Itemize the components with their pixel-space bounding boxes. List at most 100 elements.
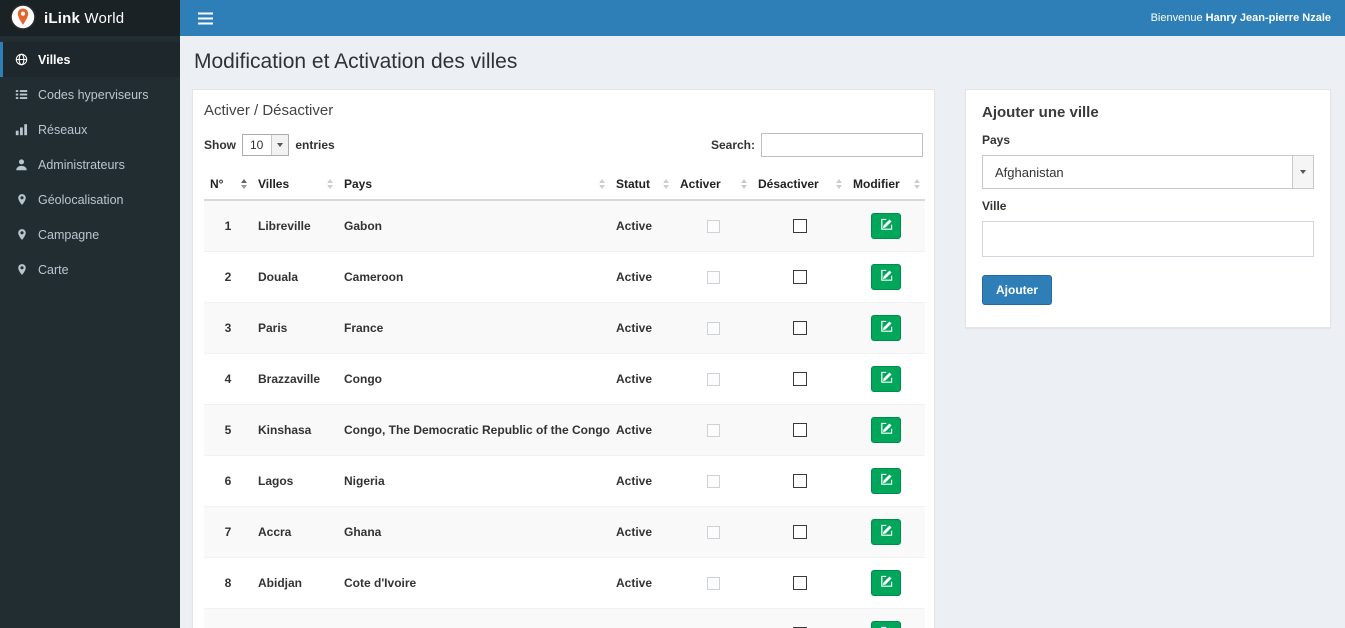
activer-checkbox[interactable] xyxy=(706,322,720,336)
top-navbar: iLink World Bienvenue Hanry Jean-pierre … xyxy=(0,0,1345,36)
row-statut: Active xyxy=(610,608,674,628)
brand[interactable]: iLink World xyxy=(0,0,180,36)
activer-checkbox[interactable] xyxy=(706,475,720,489)
desactiver-checkbox[interactable] xyxy=(792,270,807,285)
row-ville: Abidjan xyxy=(252,557,338,609)
app-root: iLink World Bienvenue Hanry Jean-pierre … xyxy=(0,0,1345,628)
row-statut: Active xyxy=(610,557,674,609)
row-num: 4 xyxy=(204,353,252,405)
villes-panel-title: Activer / Désactiver xyxy=(204,102,334,119)
search-label: Search: xyxy=(710,138,755,152)
activer-checkbox[interactable] xyxy=(706,424,720,438)
row-num: 8 xyxy=(204,557,252,609)
sidebar-item-label: Codes hyperviseurs xyxy=(38,87,149,102)
ville-row: 7 Accra Ghana Active xyxy=(204,506,925,558)
modifier-button[interactable] xyxy=(871,366,901,392)
column-header-pays[interactable]: Pays xyxy=(338,169,610,201)
column-header-villes[interactable]: Villes xyxy=(252,169,338,201)
row-pays: Ghana xyxy=(338,506,610,558)
search-input[interactable] xyxy=(761,133,923,157)
ville-row: 4 Brazzaville Congo Active xyxy=(204,353,925,405)
page-length-select[interactable]: 10 xyxy=(242,134,290,156)
modifier-button[interactable] xyxy=(871,213,901,239)
sidebar-toggle-button[interactable] xyxy=(194,8,217,29)
row-pays: Congo, The Democratic Republic of the Co… xyxy=(338,404,610,456)
row-pays: France xyxy=(338,302,610,354)
activer-checkbox[interactable] xyxy=(706,526,720,540)
desactiver-checkbox[interactable] xyxy=(792,423,807,438)
sidebar-item-carte[interactable]: Carte xyxy=(0,252,180,287)
row-ville: Douala xyxy=(252,251,338,303)
column-header-n[interactable]: N° xyxy=(204,169,252,201)
column-header-modifier[interactable]: Modifier xyxy=(847,169,925,201)
desactiver-checkbox[interactable] xyxy=(792,525,807,540)
activer-checkbox[interactable] xyxy=(706,373,720,387)
row-pays: Cameroon xyxy=(338,251,610,303)
ville-input[interactable] xyxy=(982,221,1314,257)
sidebar-item-label: Administrateurs xyxy=(38,157,125,172)
row-statut: Active xyxy=(610,353,674,405)
ville-row: 1 Libreville Gabon Active xyxy=(204,199,925,252)
activer-checkbox[interactable] xyxy=(706,577,720,591)
row-statut: Active xyxy=(610,251,674,303)
row-ville: Brazzaville xyxy=(252,353,338,405)
search-control: Search: xyxy=(711,133,923,157)
row-statut: Active xyxy=(610,404,674,456)
row-statut: Active xyxy=(610,199,674,252)
edit-icon xyxy=(880,524,893,540)
modifier-button[interactable] xyxy=(871,315,901,341)
edit-icon xyxy=(880,320,893,336)
add-ville-panel: Ajouter une ville Pays Afghanistan Ville… xyxy=(965,89,1331,328)
column-header-statut[interactable]: Statut xyxy=(610,169,674,201)
sidebar: Villes Codes hyperviseurs Réseaux Administr… xyxy=(0,36,180,628)
entries-label: entries xyxy=(295,138,335,152)
desactiver-checkbox[interactable] xyxy=(792,372,807,387)
modifier-button[interactable] xyxy=(871,468,901,494)
column-header-activer[interactable]: Activer xyxy=(674,169,752,201)
globe-icon xyxy=(14,53,29,66)
sidebar-item-villes[interactable]: Villes xyxy=(0,42,180,77)
modifier-button[interactable] xyxy=(871,264,901,290)
edit-icon xyxy=(880,218,893,234)
marker-icon xyxy=(14,228,29,241)
modifier-button[interactable] xyxy=(871,417,901,443)
desactiver-checkbox[interactable] xyxy=(792,321,807,336)
sort-icon xyxy=(914,179,920,189)
modifier-button[interactable] xyxy=(871,519,901,545)
sidebar-item-codes-hyperviseurs[interactable]: Codes hyperviseurs xyxy=(0,77,180,112)
modifier-button[interactable] xyxy=(871,570,901,596)
row-ville: Accra xyxy=(252,506,338,558)
desactiver-checkbox[interactable] xyxy=(792,219,807,234)
activer-checkbox[interactable] xyxy=(706,271,720,285)
pays-select[interactable]: Afghanistan xyxy=(982,155,1314,189)
villes-table: N° Villes Pays Statut Activer Désactiver Modif… xyxy=(204,169,925,628)
page-length-value: 10 xyxy=(250,138,264,152)
ville-row: 6 Lagos Nigeria Active xyxy=(204,455,925,507)
row-num: 1 xyxy=(204,199,252,252)
chevron-down-icon xyxy=(271,135,289,155)
ville-row: 2 Douala Cameroon Active xyxy=(204,251,925,303)
page-length-control: Show 10 entries xyxy=(204,134,335,156)
column-header-desactiver[interactable]: Désactiver xyxy=(752,169,847,201)
row-statut: Active xyxy=(610,506,674,558)
row-ville: Kinshasa xyxy=(252,404,338,456)
chart-icon xyxy=(14,123,29,136)
sidebar-item-label: Campagne xyxy=(38,227,100,242)
activer-checkbox[interactable] xyxy=(706,220,720,234)
page-title: Modification et Activation des villes xyxy=(194,50,518,73)
row-num: 7 xyxy=(204,506,252,558)
sidebar-item-reseaux[interactable]: Réseaux xyxy=(0,112,180,147)
ajouter-button[interactable]: Ajouter xyxy=(982,275,1052,305)
edit-icon xyxy=(880,422,893,438)
modifier-button[interactable] xyxy=(871,621,901,628)
sidebar-item-administrateurs[interactable]: Administrateurs xyxy=(0,147,180,182)
sort-icon xyxy=(836,179,842,189)
ville-row: 8 Abidjan Cote d'Ivoire Active xyxy=(204,557,925,609)
desactiver-checkbox[interactable] xyxy=(792,576,807,591)
desactiver-checkbox[interactable] xyxy=(792,474,807,489)
app-logo-icon xyxy=(10,3,36,33)
welcome-text: Bienvenue Hanry Jean-pierre Nzale xyxy=(1150,12,1331,24)
sidebar-item-geolocalisation[interactable]: Géolocalisation xyxy=(0,182,180,217)
sidebar-item-campagne[interactable]: Campagne xyxy=(0,217,180,252)
row-ville: Lagos xyxy=(252,455,338,507)
